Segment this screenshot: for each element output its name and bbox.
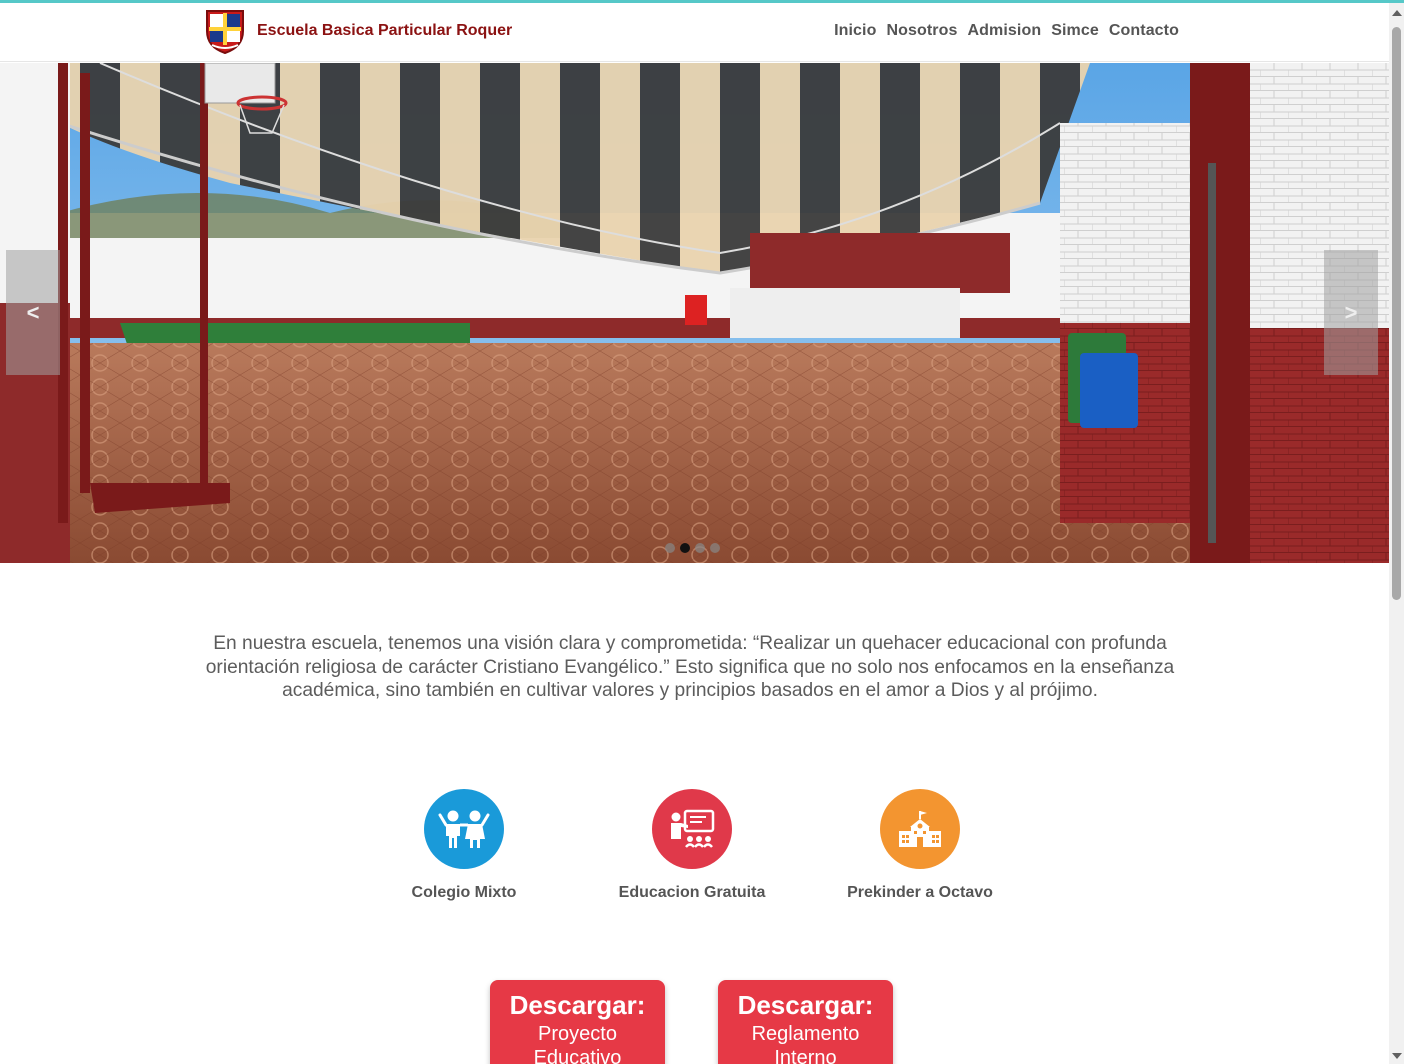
feature-colegio-mixto: Colegio Mixto bbox=[364, 789, 564, 902]
teacher-board-icon bbox=[652, 789, 732, 869]
page-scrollbar[interactable] bbox=[1389, 3, 1404, 1064]
feature-label: Prekinder a Octavo bbox=[847, 884, 993, 901]
nav-item-contacto[interactable]: Contacto bbox=[1109, 22, 1179, 40]
carousel-next-button[interactable]: > bbox=[1324, 250, 1378, 375]
scroll-up-arrow-icon[interactable] bbox=[1392, 10, 1402, 16]
feature-label: Colegio Mixto bbox=[411, 884, 517, 901]
feature-label: Educacion Gratuita bbox=[618, 884, 766, 901]
feature-educacion-gratuita: Educacion Gratuita bbox=[592, 789, 792, 902]
carousel-indicator[interactable] bbox=[665, 543, 675, 553]
carousel-slide-image bbox=[0, 63, 1389, 563]
chevron-right-icon: > bbox=[1344, 299, 1358, 325]
carousel-indicator[interactable] bbox=[695, 543, 705, 553]
children-icon bbox=[424, 789, 504, 869]
download-proyecto-educativo-button[interactable]: Descargar: Proyecto Educativo bbox=[490, 980, 665, 1064]
navbar: Escuela Basica Particular Roquer Inicio … bbox=[0, 3, 1389, 62]
brand[interactable]: Escuela Basica Particular Roquer bbox=[204, 7, 512, 55]
hero-carousel: < > bbox=[0, 63, 1389, 563]
school-crest-icon bbox=[206, 10, 244, 55]
nav-item-simce[interactable]: Simce bbox=[1051, 22, 1099, 40]
feature-prekinder-octavo: Prekinder a Octavo bbox=[820, 789, 1020, 902]
nav-item-admision[interactable]: Admision bbox=[968, 22, 1042, 40]
download-title: Descargar: bbox=[737, 990, 874, 1020]
chevron-left-icon: < bbox=[26, 299, 40, 325]
download-subtitle: Interno bbox=[774, 1047, 837, 1064]
download-reglamento-interno-button[interactable]: Descargar: Reglamento Interno bbox=[718, 980, 893, 1064]
download-subtitle: Proyecto bbox=[538, 1023, 617, 1045]
carousel-prev-button[interactable]: < bbox=[6, 250, 60, 375]
download-title: Descargar: bbox=[509, 990, 646, 1020]
download-subtitle: Educativo bbox=[533, 1047, 622, 1064]
scroll-down-arrow-icon[interactable] bbox=[1392, 1053, 1402, 1059]
carousel-indicators bbox=[665, 543, 720, 553]
school-building-icon bbox=[880, 789, 960, 869]
download-subtitle: Reglamento bbox=[751, 1023, 860, 1045]
carousel-indicator-active[interactable] bbox=[680, 543, 690, 553]
scrollbar-thumb[interactable] bbox=[1392, 27, 1401, 600]
vision-statement: En nuestra escuela, tenemos una visión c… bbox=[205, 633, 1175, 701]
nav-item-nosotros[interactable]: Nosotros bbox=[886, 22, 957, 40]
nav-item-inicio[interactable]: Inicio bbox=[834, 22, 876, 40]
brand-name: Escuela Basica Particular Roquer bbox=[257, 22, 513, 39]
carousel-indicator[interactable] bbox=[710, 543, 720, 553]
main-nav: Inicio Nosotros Admision Simce Contacto bbox=[834, 22, 1179, 40]
